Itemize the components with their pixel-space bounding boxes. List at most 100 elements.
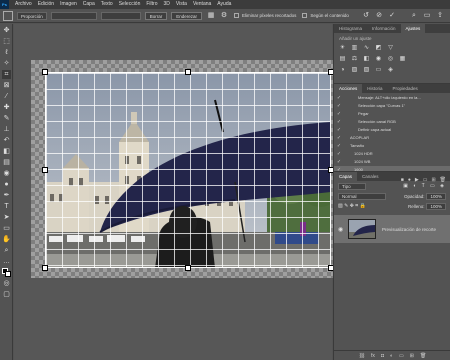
group-folder-icon[interactable]: ▭ <box>399 353 404 359</box>
crop-handle-left[interactable] <box>42 167 48 173</box>
check-icon[interactable]: ✓ <box>334 118 344 126</box>
screen-mode-icon[interactable]: ▢ <box>2 290 11 299</box>
color-balance-icon[interactable]: ⚖ <box>351 56 358 63</box>
zoom-tool-icon[interactable]: ⌕ <box>2 246 11 255</box>
menu-ayuda[interactable]: Ayuda <box>217 0 231 9</box>
check-icon[interactable]: ✓ <box>334 134 344 142</box>
type-tool-icon[interactable]: T <box>2 202 11 211</box>
action-item[interactable]: ✓ Selección canal RGB <box>334 118 450 126</box>
exposure-icon[interactable]: ◩ <box>375 45 382 52</box>
lock-icons[interactable]: ▨ ✎ ✥ ⌗ 🔒 <box>338 203 366 209</box>
photo-filter-icon[interactable]: ◉ <box>375 56 382 63</box>
stop-icon[interactable]: ■ <box>401 177 404 183</box>
check-icon[interactable]: ✓ <box>334 102 344 110</box>
share-icon[interactable]: ⇪ <box>436 12 444 20</box>
action-item[interactable]: ✓ Definir capa actual <box>334 126 450 134</box>
eraser-tool-icon[interactable]: ◧ <box>2 147 11 156</box>
check-icon[interactable]: ✓ <box>334 142 344 150</box>
delete-layer-icon[interactable]: 🗑 <box>420 353 426 359</box>
filter-icons[interactable]: ▣ ◐ T ▭ ◈ <box>403 183 446 189</box>
dodge-tool-icon[interactable]: ● <box>2 180 11 189</box>
menu-filtro[interactable]: Filtro <box>146 0 157 9</box>
tab-capas[interactable]: Capas <box>334 172 358 181</box>
new-action-icon[interactable]: ⊞ <box>431 177 435 183</box>
levels-icon[interactable]: ▥ <box>351 45 358 52</box>
menu-imagen[interactable]: Imagen <box>60 0 77 9</box>
history-brush-tool-icon[interactable]: ↶ <box>2 136 11 145</box>
tab-ajustes[interactable]: Ajustes <box>400 24 426 33</box>
play-icon[interactable]: ▶ <box>415 177 419 183</box>
delete-cropped-checkbox[interactable] <box>234 13 240 18</box>
move-tool-icon[interactable]: ✥ <box>2 26 11 35</box>
check-icon[interactable]: ✓ <box>334 126 344 134</box>
workspace-icon[interactable]: ▭ <box>423 12 431 20</box>
channel-mixer-icon[interactable]: ◎ <box>387 56 394 63</box>
kind-filter-select[interactable]: Tipo <box>338 182 366 190</box>
trash-icon[interactable]: 🗑 <box>440 177 446 183</box>
check-icon[interactable]: ✓ <box>334 110 344 118</box>
blur-tool-icon[interactable]: ◉ <box>2 169 11 178</box>
settings-gear-icon[interactable]: ⚙ <box>220 12 228 20</box>
menu-ventana[interactable]: Ventana <box>193 0 211 9</box>
crop-handle-top[interactable] <box>185 69 191 75</box>
link-icon[interactable]: ⛓ <box>359 353 365 359</box>
action-item[interactable]: ✓ Tamaño <box>334 142 450 150</box>
straighten-button[interactable]: Enderezar <box>171 11 203 20</box>
record-icon[interactable]: ● <box>408 177 411 183</box>
blend-mode-select[interactable]: Normal <box>338 192 386 200</box>
search-icon[interactable]: ⌕ <box>410 12 418 20</box>
fx-icon[interactable]: fx <box>371 353 375 359</box>
selective-color-icon[interactable]: ◈ <box>387 67 394 74</box>
grid-overlay-icon[interactable]: ▦ <box>207 12 215 20</box>
menu-edicion[interactable]: Edición <box>38 0 54 9</box>
hue-saturation-icon[interactable]: ▤ <box>339 56 346 63</box>
magic-wand-tool-icon[interactable]: ✧ <box>2 59 11 68</box>
action-item[interactable]: ✓ ACOPLAR <box>334 134 450 142</box>
crop-tool-icon[interactable]: ⌗ <box>2 70 11 79</box>
check-icon[interactable]: ✓ <box>334 150 344 158</box>
menu-archivo[interactable]: Archivo <box>15 0 32 9</box>
action-item[interactable]: ✓ Selección capa "Curvas 1" <box>334 102 450 110</box>
cancel-icon[interactable]: ⊘ <box>375 12 383 20</box>
color-swatches-icon[interactable] <box>2 268 11 277</box>
path-selection-tool-icon[interactable]: ➤ <box>2 213 11 222</box>
clear-button[interactable]: Borrar <box>144 11 168 20</box>
action-item[interactable]: ✓ Mensaje: ALT+clic izquierdo en la... <box>334 94 450 102</box>
clone-stamp-tool-icon[interactable]: ⊥ <box>2 125 11 134</box>
gradient-tool-icon[interactable]: ▤ <box>2 158 11 167</box>
action-item[interactable]: ✓ Pegar <box>334 110 450 118</box>
tab-historia[interactable]: Historia <box>362 84 387 93</box>
healing-brush-tool-icon[interactable]: ✚ <box>2 103 11 112</box>
brightness-icon[interactable]: ☀ <box>339 45 346 52</box>
mask-icon[interactable]: ◘ <box>381 353 384 359</box>
fill-field[interactable]: 100% <box>426 202 446 210</box>
adjustment-layer-icon[interactable]: ◐ <box>390 353 393 359</box>
more-tools-icon[interactable]: … <box>2 257 11 266</box>
menu-vista[interactable]: Vista <box>176 0 187 9</box>
shape-tool-icon[interactable]: ▭ <box>2 224 11 233</box>
visibility-eye-icon[interactable]: ◉ <box>338 226 346 233</box>
lasso-tool-icon[interactable]: ℓ <box>2 48 11 57</box>
threshold-icon[interactable]: ▧ <box>363 67 370 74</box>
brush-tool-icon[interactable]: ✎ <box>2 114 11 123</box>
frame-tool-icon[interactable]: ⊠ <box>2 81 11 90</box>
height-field[interactable] <box>100 11 141 20</box>
document-workspace[interactable] <box>14 24 335 360</box>
tab-histograma[interactable]: Histograma <box>334 24 367 33</box>
pen-tool-icon[interactable]: ✒ <box>2 191 11 200</box>
crop-tool-icon[interactable] <box>3 10 13 21</box>
opacity-field[interactable]: 100% <box>426 192 446 200</box>
black-white-icon[interactable]: ◧ <box>363 56 370 63</box>
crop-handle-bottom-left[interactable] <box>42 265 48 271</box>
content-aware-checkbox[interactable] <box>302 13 308 18</box>
curves-icon[interactable]: ∿ <box>363 45 370 52</box>
menu-3d[interactable]: 3D <box>164 0 170 9</box>
action-item[interactable]: ✓ 1024 HDR <box>334 150 450 158</box>
menu-capa[interactable]: Capa <box>83 0 95 9</box>
crop-handle-bottom[interactable] <box>185 265 191 271</box>
width-field[interactable] <box>50 11 97 20</box>
menu-seleccion[interactable]: Selección <box>119 0 141 9</box>
tab-acciones[interactable]: Acciones <box>334 84 363 93</box>
menu-texto[interactable]: Texto <box>101 0 113 9</box>
action-item[interactable]: ✓ 1024 WB <box>334 158 450 166</box>
